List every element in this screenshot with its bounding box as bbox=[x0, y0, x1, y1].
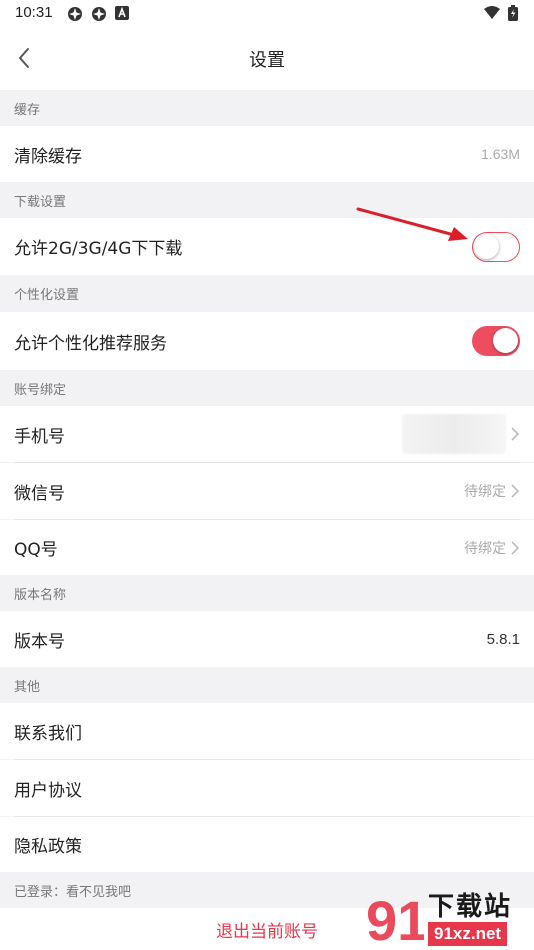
battery-icon bbox=[508, 5, 518, 21]
watermark-url: 91xz.net bbox=[428, 922, 508, 946]
watermark: 91 下载站 91xz.net bbox=[364, 882, 534, 950]
status-time: 10:31 bbox=[15, 4, 53, 21]
app-notification-icon bbox=[115, 6, 129, 20]
app-notification-icon bbox=[68, 7, 82, 21]
agreement-label: 用户协议 bbox=[14, 780, 82, 801]
wifi-icon bbox=[484, 6, 500, 19]
phone-value-redacted bbox=[402, 414, 506, 454]
contact-label: 联系我们 bbox=[14, 723, 82, 744]
status-notifications bbox=[67, 6, 129, 22]
recommend-toggle[interactable] bbox=[472, 326, 520, 356]
nav-bar: 设置 bbox=[0, 28, 534, 90]
contact-row[interactable]: 联系我们 bbox=[0, 703, 534, 759]
app-notification-icon bbox=[92, 7, 106, 21]
clear-cache-row[interactable]: 清除缓存 1.63M bbox=[0, 126, 534, 182]
mobile-download-toggle[interactable] bbox=[472, 231, 520, 262]
privacy-row[interactable]: 隐私政策 bbox=[0, 817, 534, 872]
recommend-row: 允许个性化推荐服务 bbox=[0, 312, 534, 370]
chevron-right-icon bbox=[510, 540, 520, 555]
qq-row[interactable]: QQ号 待绑定 bbox=[0, 520, 534, 575]
watermark-title: 下载站 bbox=[428, 892, 513, 922]
clear-cache-label: 清除缓存 bbox=[14, 146, 82, 167]
version-value: 5.8.1 bbox=[486, 630, 520, 648]
agreement-row[interactable]: 用户协议 bbox=[0, 760, 534, 816]
annotation-arrow-icon bbox=[356, 207, 468, 241]
section-header-personalization: 个性化设置 bbox=[0, 275, 534, 312]
watermark-logo-icon: 91 bbox=[366, 889, 424, 950]
recommend-label: 允许个性化推荐服务 bbox=[14, 333, 167, 354]
logout-label: 退出当前账号 bbox=[216, 921, 318, 942]
phone-row[interactable]: 手机号 bbox=[0, 406, 534, 462]
privacy-label: 隐私政策 bbox=[14, 837, 82, 857]
qq-value: 待绑定 bbox=[464, 539, 506, 556]
chevron-right-icon bbox=[510, 484, 520, 498]
version-row: 版本号 5.8.1 bbox=[0, 611, 534, 667]
section-header-version: 版本名称 bbox=[0, 575, 534, 611]
section-header-account: 账号绑定 bbox=[0, 370, 534, 406]
phone-label: 手机号 bbox=[14, 426, 65, 447]
wechat-row[interactable]: 微信号 待绑定 bbox=[0, 463, 534, 519]
wechat-value: 待绑定 bbox=[464, 483, 506, 499]
section-header-cache: 缓存 bbox=[0, 90, 534, 126]
page-title: 设置 bbox=[249, 50, 285, 71]
svg-text:91: 91 bbox=[366, 889, 424, 950]
chevron-right-icon bbox=[510, 427, 520, 441]
qq-label: QQ号 bbox=[14, 540, 58, 560]
status-system-icons bbox=[484, 5, 518, 21]
status-bar: 10:31 bbox=[0, 0, 534, 28]
toggle-knob bbox=[493, 328, 518, 353]
wechat-label: 微信号 bbox=[14, 483, 65, 504]
cache-size-value: 1.63M bbox=[481, 146, 520, 162]
section-header-other: 其他 bbox=[0, 667, 534, 703]
toggle-knob bbox=[474, 233, 499, 259]
version-label: 版本号 bbox=[14, 631, 65, 652]
